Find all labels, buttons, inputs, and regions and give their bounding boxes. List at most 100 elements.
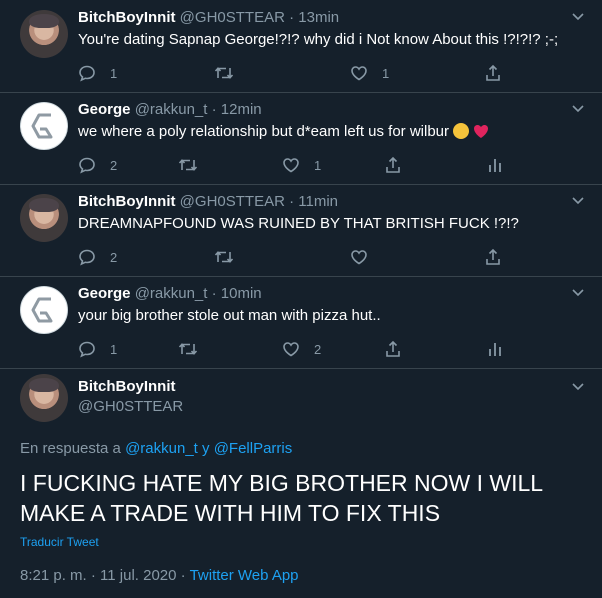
share-button[interactable]	[384, 156, 402, 174]
tweet-header: George @rakkun_t · 10min	[78, 284, 262, 304]
separator: ·	[211, 101, 221, 118]
like-button[interactable]: 2	[282, 340, 321, 358]
main-timestamp[interactable]: 8:21 p. m. · 11 jul. 2020 ·	[20, 567, 186, 584]
share-icon	[386, 340, 400, 357]
timestamp[interactable]: 11min	[298, 193, 338, 210]
handle[interactable]: @GH0STTEAR	[180, 193, 285, 210]
tweet-actions: 1 2	[78, 340, 518, 358]
main-timestamp-row: 8:21 p. m. · 11 jul. 2020 · Twitter Web …	[20, 567, 299, 584]
like-count: 1	[382, 65, 390, 81]
tweet[interactable]: George @rakkun_t · 10min your big brothe…	[0, 276, 602, 369]
heart-icon	[283, 342, 299, 357]
separator: ·	[211, 285, 221, 302]
share-button[interactable]	[484, 248, 502, 266]
main-display-name[interactable]: BitchBoyInnit	[78, 378, 176, 395]
tweet-text: your big brother stole out man with pizz…	[78, 307, 381, 324]
avatar[interactable]	[20, 10, 68, 58]
share-icon	[386, 156, 400, 173]
display-name[interactable]: BitchBoyInnit	[78, 193, 176, 210]
retweet-icon	[178, 159, 198, 171]
tweet-source[interactable]: Twitter Web App	[190, 567, 299, 584]
heart-icon	[283, 158, 299, 173]
share-button[interactable]	[484, 64, 502, 82]
display-name[interactable]: George	[78, 285, 131, 302]
broken-heart-emoji-icon	[474, 125, 489, 138]
share-icon	[486, 248, 500, 265]
main-handle[interactable]: @GH0STTEAR	[78, 398, 183, 415]
tweet[interactable]: BitchBoyInnit @GH0STTEAR · 11min DREAMNA…	[0, 184, 602, 277]
heart-icon	[351, 66, 367, 81]
timestamp[interactable]: 12min	[221, 101, 262, 118]
retweet-button[interactable]	[178, 156, 212, 174]
logo-icon	[31, 297, 53, 323]
separator: ·	[289, 193, 299, 210]
avatar[interactable]	[20, 286, 68, 334]
retweet-button[interactable]	[214, 64, 248, 82]
reply-icon	[79, 157, 95, 174]
chevron-down-icon[interactable]	[570, 378, 586, 394]
logo-icon	[31, 113, 53, 139]
reply-button[interactable]: 1	[78, 340, 117, 358]
chevron-down-icon[interactable]	[570, 8, 586, 24]
like-button[interactable]	[350, 248, 382, 266]
tweet-actions: 2	[78, 248, 518, 266]
retweet-button[interactable]	[214, 248, 248, 266]
tweet[interactable]: BitchBoyInnit @GH0STTEAR · 13min You're …	[0, 0, 602, 93]
reply-button[interactable]: 2	[78, 248, 117, 266]
display-name[interactable]: BitchBoyInnit	[78, 9, 176, 26]
handle[interactable]: @rakkun_t	[135, 285, 208, 302]
handle[interactable]: @rakkun_t	[135, 101, 208, 118]
reply-count: 2	[110, 249, 118, 265]
tweet[interactable]: George @rakkun_t · 12min we where a poly…	[0, 92, 602, 185]
reply-count: 2	[110, 157, 118, 173]
chevron-down-icon[interactable]	[570, 284, 586, 300]
tweet-text: DREAMNAPFOUND WAS RUINED BY THAT BRITISH…	[78, 215, 519, 232]
reply-context: En respuesta a @rakkun_t y @FellParris	[20, 440, 292, 457]
reply-count: 1	[110, 65, 118, 81]
reply-button[interactable]: 1	[78, 64, 117, 82]
analytics-button[interactable]	[486, 156, 504, 174]
timestamp[interactable]: 13min	[298, 9, 339, 26]
tweet-text: we where a poly relationship but d*eam l…	[78, 123, 450, 140]
like-count: 2	[314, 341, 322, 357]
reply-icon	[79, 341, 95, 358]
like-button[interactable]: 1	[282, 156, 321, 174]
tweet-header: George @rakkun_t · 12min	[78, 100, 262, 120]
tweet-actions: 2 1	[78, 156, 518, 174]
display-name[interactable]: George	[78, 101, 131, 118]
share-button[interactable]	[384, 340, 402, 358]
chevron-down-icon[interactable]	[570, 100, 586, 116]
tweet-header: BitchBoyInnit @GH0STTEAR · 13min	[78, 8, 339, 28]
analytics-icon	[489, 343, 501, 356]
tweet-actions: 1 1	[78, 64, 518, 82]
heart-icon	[351, 250, 367, 265]
reply-button[interactable]: 2	[78, 156, 117, 174]
chevron-down-icon[interactable]	[570, 192, 586, 208]
mention-link[interactable]: @rakkun_t	[125, 440, 198, 457]
avatar[interactable]	[20, 102, 68, 150]
like-count: 1	[314, 157, 322, 173]
analytics-button[interactable]	[486, 340, 504, 358]
mention-link[interactable]: @FellParris	[214, 440, 293, 457]
like-button[interactable]: 1	[350, 64, 389, 82]
reply-icon	[79, 65, 95, 82]
retweet-icon	[178, 343, 198, 355]
tweet-text-container: we where a poly relationship but d*eam l…	[78, 122, 489, 142]
retweet-icon	[214, 251, 234, 263]
relieved-face-emoji-icon	[453, 123, 470, 139]
timestamp[interactable]: 10min	[221, 285, 262, 302]
avatar[interactable]	[20, 374, 68, 422]
reply-prefix: En respuesta a	[20, 440, 121, 457]
reply-icon	[79, 249, 95, 266]
tweet-header: BitchBoyInnit @GH0STTEAR · 11min	[78, 192, 338, 212]
handle[interactable]: @GH0STTEAR	[180, 9, 285, 26]
tweet-text: You're dating Sapnap George!?!? why did …	[78, 31, 559, 48]
translate-tweet-link[interactable]: Traducir Tweet	[20, 535, 99, 549]
retweet-button[interactable]	[178, 340, 212, 358]
separator: ·	[289, 9, 299, 26]
share-icon	[486, 64, 500, 81]
avatar[interactable]	[20, 194, 68, 242]
retweet-icon	[214, 67, 234, 79]
reply-joiner: y	[202, 440, 210, 457]
analytics-icon	[489, 159, 501, 172]
